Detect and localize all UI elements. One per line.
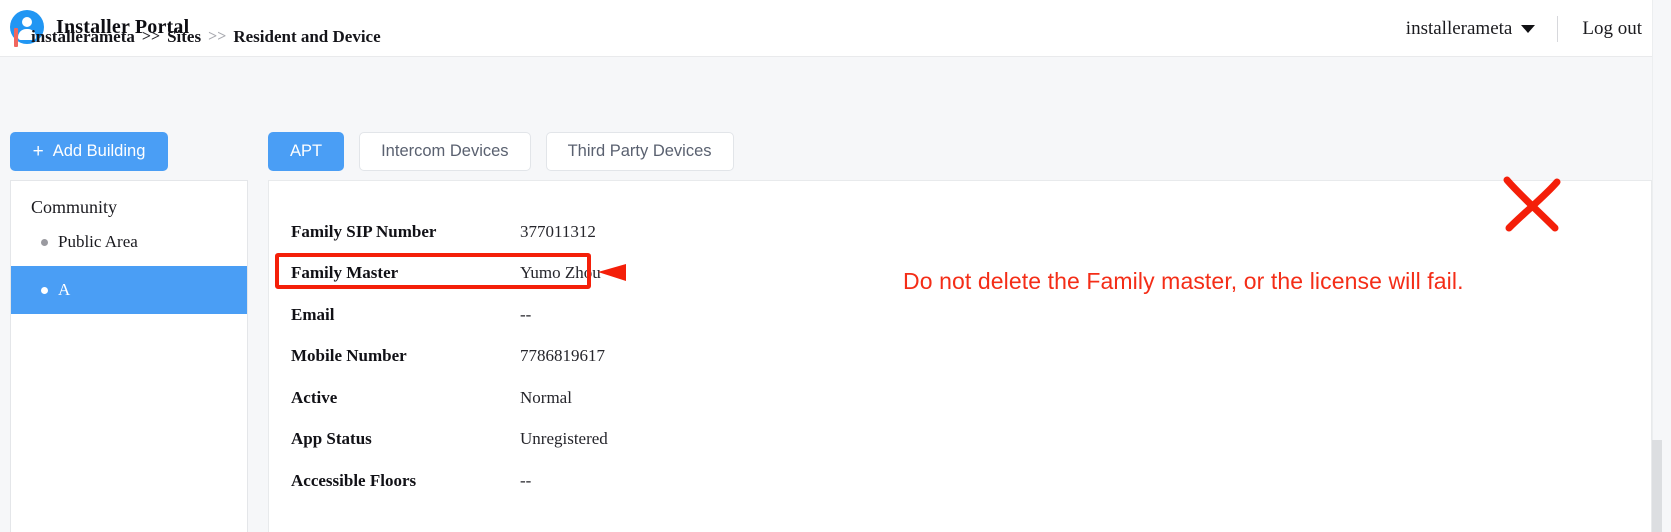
- add-building-label: Add Building: [52, 142, 146, 160]
- sidebar-item-label: A: [58, 280, 71, 299]
- breadcrumb-bar: [0, 58, 1662, 84]
- detail-row-email: Email --: [291, 294, 991, 336]
- sidebar-item-a[interactable]: A: [11, 266, 247, 314]
- breadcrumb-separator: >>: [141, 28, 161, 45]
- detail-label: Active: [291, 387, 338, 407]
- vertical-scrollbar-track[interactable]: [1652, 0, 1671, 532]
- header-right: installerameta Log out: [1406, 0, 1642, 57]
- detail-row-family-master: Family Master Yumo Zhou: [291, 253, 991, 295]
- add-building-button[interactable]: + Add Building: [10, 132, 168, 171]
- tab-apt[interactable]: APT: [268, 132, 345, 171]
- logout-button[interactable]: Log out: [1558, 18, 1642, 40]
- detail-value: --: [520, 470, 532, 490]
- detail-value: Normal: [520, 387, 572, 407]
- installer-portal-page: Installer Portal installerameta Log out …: [0, 0, 1671, 532]
- detail-label: Family Master: [291, 263, 399, 283]
- breadcrumb-accent-bar: [14, 27, 18, 47]
- chevron-down-icon: [1521, 24, 1536, 33]
- user-menu[interactable]: installerameta: [1406, 18, 1558, 40]
- sidebar-item-public-area[interactable]: Public Area: [11, 218, 247, 266]
- plus-icon: +: [32, 141, 44, 162]
- bullet-icon: [41, 286, 48, 294]
- detail-value: 377011312: [520, 221, 596, 241]
- tab-third-party-devices[interactable]: Third Party Devices: [545, 132, 734, 171]
- sidebar-item-label: Public Area: [58, 232, 138, 251]
- detail-label: Email: [291, 304, 335, 324]
- detail-panel: Family SIP Number 377011312 Family Maste…: [268, 180, 1652, 532]
- detail-label: App Status: [291, 429, 372, 449]
- bullet-icon: [41, 238, 48, 246]
- detail-row-app-status: App Status Unregistered: [291, 419, 991, 461]
- breadcrumb-item-resident-and-device: Resident and Device: [233, 27, 381, 46]
- annotation-warning-text: Do not delete the Family master, or the …: [903, 268, 1464, 294]
- detail-row-active: Active Normal: [291, 377, 991, 419]
- detail-row-family-sip-number: Family SIP Number 377011312: [291, 211, 991, 253]
- detail-label: Mobile Number: [291, 346, 407, 366]
- tab-intercom-devices[interactable]: Intercom Devices: [359, 132, 531, 171]
- detail-value: --: [520, 304, 532, 324]
- detail-rows: Family SIP Number 377011312 Family Maste…: [291, 211, 991, 502]
- detail-value: 7786819617: [520, 346, 605, 366]
- tab-bar: APT Intercom Devices Third Party Devices: [268, 132, 734, 171]
- breadcrumb-separator: >>: [208, 28, 227, 45]
- vertical-scrollbar-thumb[interactable]: [1652, 440, 1662, 532]
- detail-row-accessible-floors: Accessible Floors --: [291, 460, 991, 502]
- detail-label: Family SIP Number: [291, 221, 437, 241]
- detail-value: Yumo Zhou: [520, 263, 601, 283]
- breadcrumb: installerameta >> Sites >> Resident and …: [14, 27, 381, 47]
- detail-label: Accessible Floors: [291, 470, 417, 490]
- detail-value: Unregistered: [520, 429, 608, 449]
- breadcrumb-item-installerameta[interactable]: installerameta: [31, 27, 135, 47]
- sidebar: Community Public Area A: [10, 180, 248, 532]
- username-label: installerameta: [1405, 17, 1513, 39]
- detail-row-mobile-number: Mobile Number 7786819617: [291, 336, 991, 378]
- breadcrumb-item-sites[interactable]: Sites: [167, 27, 201, 47]
- sidebar-root-community[interactable]: Community: [11, 181, 247, 218]
